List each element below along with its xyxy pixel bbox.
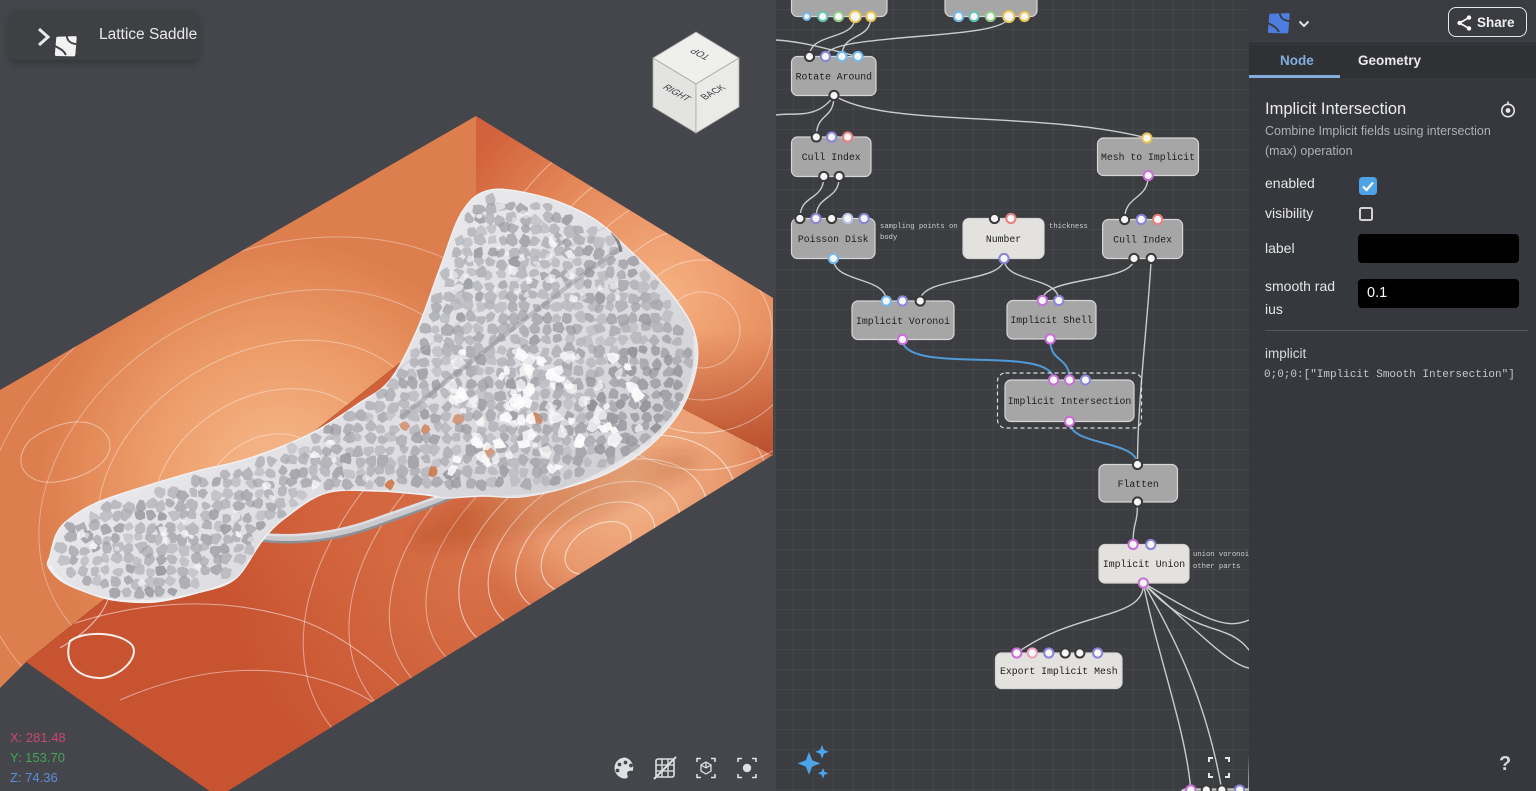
svg-text:Number: Number <box>986 234 1021 245</box>
svg-text:Implicit Shell: Implicit Shell <box>1010 315 1092 326</box>
svg-text:Export Implicit Mesh: Export Implicit Mesh <box>1000 666 1118 677</box>
svg-text:Poisson Disk: Poisson Disk <box>798 234 869 245</box>
svg-text:other parts: other parts <box>1193 563 1240 571</box>
svg-text:Cull Index: Cull Index <box>802 152 861 163</box>
svg-text:Implicit Voronoi: Implicit Voronoi <box>856 316 950 327</box>
svg-text:X: 281.48: X: 281.48 <box>10 730 66 745</box>
svg-text:union voronoi: union voronoi <box>1193 551 1249 559</box>
svg-text:Y: 153.70: Y: 153.70 <box>10 750 65 765</box>
svg-text:sampling points on: sampling points on <box>880 223 958 231</box>
svg-text:thickness: thickness <box>1049 223 1088 231</box>
svg-text:Z: 74.36: Z: 74.36 <box>10 770 58 785</box>
svg-text:body: body <box>880 234 898 242</box>
svg-text:Implicit Intersection: Implicit Intersection <box>1008 396 1132 407</box>
svg-text:Cull Index: Cull Index <box>1113 235 1172 246</box>
svg-text:Flatten: Flatten <box>1118 479 1159 490</box>
svg-text:Rotate Around: Rotate Around <box>796 72 873 83</box>
svg-text:Implicit Union: Implicit Union <box>1103 559 1185 570</box>
svg-text:Mesh to Implicit: Mesh to Implicit <box>1101 152 1195 163</box>
